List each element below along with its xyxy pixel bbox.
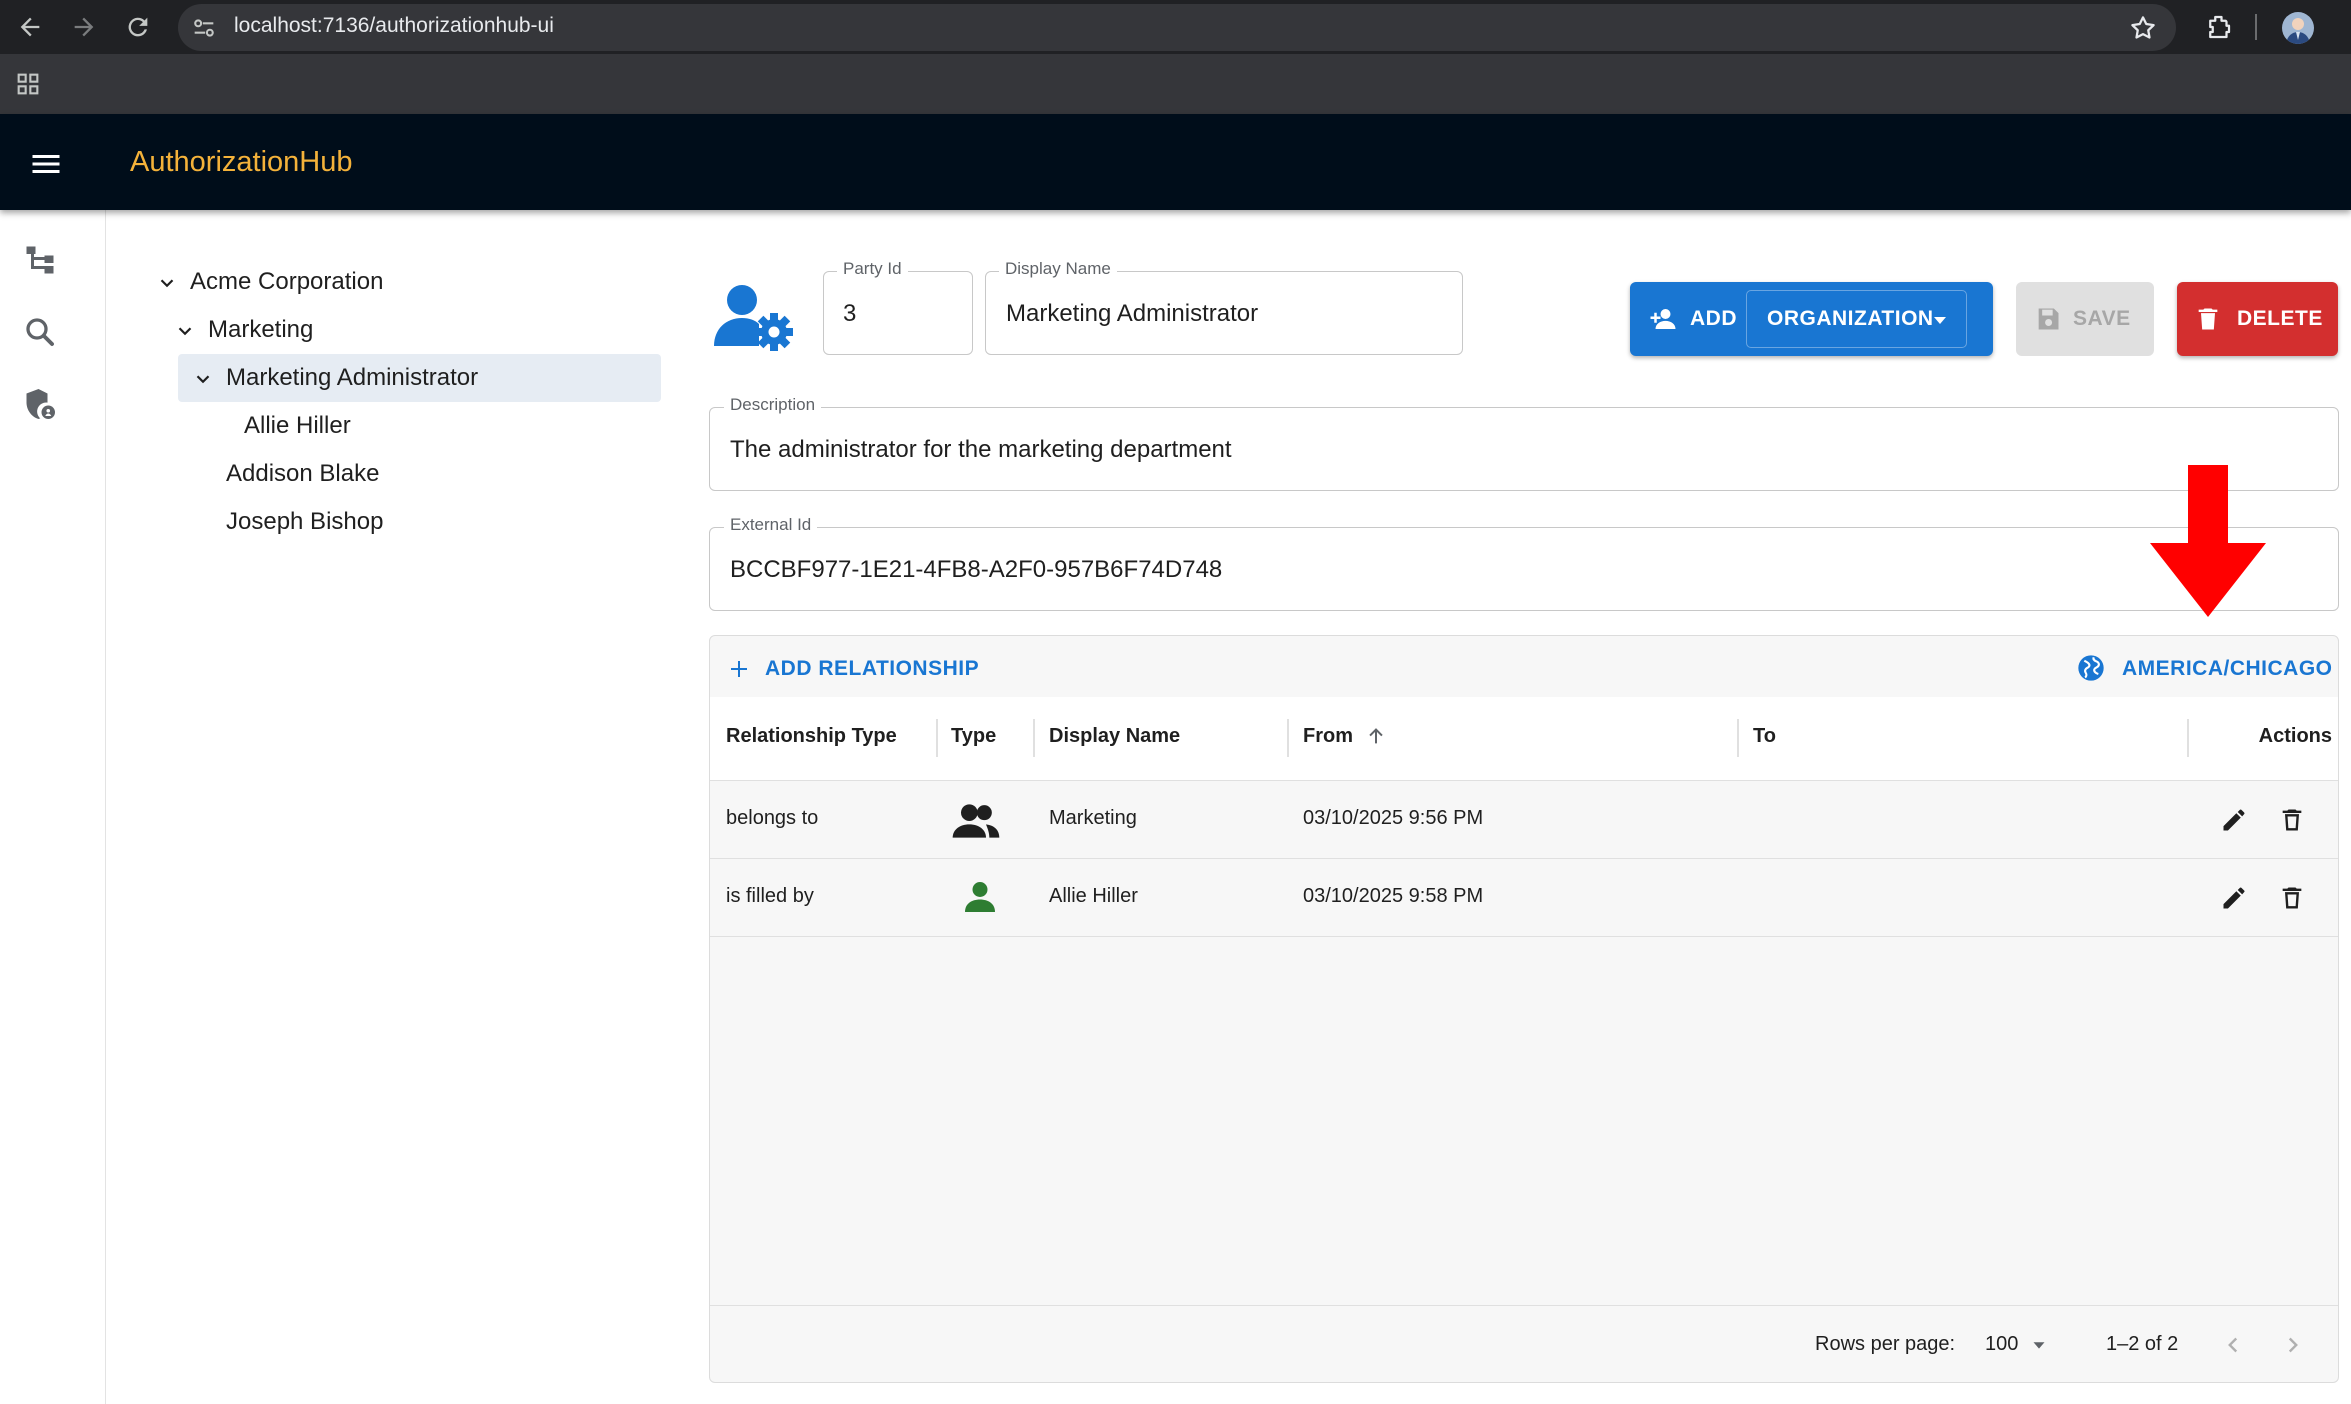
previous-page-icon[interactable] — [2220, 1332, 2246, 1358]
person-icon — [960, 877, 1000, 917]
column-header-to[interactable]: To — [1753, 725, 1776, 748]
relationships-grid: ADD RELATIONSHIP AMERICA/CHICAGO Relatio… — [709, 635, 2339, 1383]
delete-trash-icon[interactable] — [2278, 884, 2306, 912]
column-separator[interactable] — [936, 719, 938, 757]
party-id-label: Party Id — [837, 259, 908, 279]
column-header-relationship-type[interactable]: Relationship Type — [726, 725, 897, 748]
chevron-down-icon[interactable] — [156, 272, 178, 294]
edit-pencil-icon[interactable] — [2220, 884, 2248, 912]
person-add-icon[interactable] — [1647, 304, 1679, 334]
column-separator[interactable] — [1737, 719, 1739, 757]
cell-from: 03/10/2025 9:58 PM — [1303, 885, 1484, 907]
save-icon[interactable] — [2034, 305, 2062, 333]
tree-item-marketing-administrator[interactable]: Marketing Administrator — [226, 364, 478, 392]
rows-per-page-label: Rows per page: — [1815, 1333, 1956, 1355]
site-settings-icon[interactable] — [190, 14, 218, 42]
external-id-value[interactable]: BCCBF977-1E21-4FB8-A2F0-957B6F74D748 — [730, 556, 1222, 584]
plus-icon[interactable] — [727, 657, 751, 681]
forward-icon[interactable] — [70, 13, 98, 41]
extensions-icon[interactable] — [2204, 12, 2234, 42]
cell-display-name: Marketing — [1049, 807, 1137, 829]
table-row[interactable]: belongs to Marketing 03/10/2025 9:56 PM — [710, 781, 2338, 859]
grid-footer: Rows per page: 100 1–2 of 2 — [710, 1305, 2338, 1382]
description-value[interactable]: The administrator for the marketing depa… — [730, 436, 1232, 464]
toolbar-divider — [2255, 14, 2257, 40]
rows-per-page-select[interactable]: 100 — [1985, 1333, 2018, 1356]
sort-ascending-icon[interactable] — [1365, 725, 1387, 747]
save-button-label[interactable]: SAVE — [2073, 307, 2131, 331]
table-row[interactable]: is filled by Allie Hiller 03/10/2025 9:5… — [710, 859, 2338, 937]
chevron-down-icon[interactable] — [192, 368, 214, 390]
globe-icon[interactable] — [2075, 652, 2107, 684]
trash-icon[interactable] — [2194, 305, 2222, 333]
pagination-range: 1–2 of 2 — [2106, 1333, 2179, 1355]
column-header-display-name[interactable]: Display Name — [1049, 725, 1180, 748]
back-icon[interactable] — [16, 13, 44, 41]
cell-relationship-type: is filled by — [726, 885, 814, 907]
add-button-label[interactable]: ADD — [1690, 307, 1737, 331]
external-id-label: External Id — [724, 515, 818, 535]
app-bar — [0, 114, 2351, 210]
party-id-value[interactable]: 3 — [843, 300, 856, 328]
tree-item-marketing[interactable]: Marketing — [208, 316, 313, 344]
tree-item-addison-blake[interactable]: Addison Blake — [226, 460, 379, 488]
tree-item-acme-corporation[interactable]: Acme Corporation — [190, 268, 383, 296]
column-header-type[interactable]: Type — [951, 725, 996, 748]
role-person-gear-icon — [712, 280, 796, 354]
bookmarks-bar — [0, 54, 2351, 114]
grid-header: Relationship Type Type Display Name From… — [710, 697, 2338, 781]
url-text[interactable]: localhost:7136/authorizationhub-ui — [234, 14, 554, 38]
annotation-arrow — [2150, 465, 2266, 617]
display-name-label: Display Name — [999, 259, 1117, 279]
bookmark-star-icon[interactable] — [2128, 13, 2158, 43]
edit-pencil-icon[interactable] — [2220, 806, 2248, 834]
menu-icon[interactable] — [28, 146, 64, 182]
app-title: AuthorizationHub — [130, 146, 353, 178]
delete-trash-icon[interactable] — [2278, 806, 2306, 834]
tree-item-joseph-bishop[interactable]: Joseph Bishop — [226, 508, 383, 536]
dropdown-arrow-icon[interactable] — [2028, 1334, 2050, 1356]
display-name-value[interactable]: Marketing Administrator — [1006, 300, 1258, 328]
reload-icon[interactable] — [124, 13, 152, 41]
column-separator[interactable] — [1287, 719, 1289, 757]
description-label: Description — [724, 395, 822, 415]
column-header-actions: Actions — [2258, 725, 2332, 747]
timezone-button[interactable]: AMERICA/CHICAGO — [2122, 657, 2333, 681]
organization-dropdown-label[interactable]: ORGANIZATION — [1767, 307, 1934, 331]
column-separator[interactable] — [1033, 719, 1035, 757]
apps-grid-icon[interactable] — [14, 70, 42, 98]
cell-relationship-type: belongs to — [726, 807, 819, 829]
dropdown-arrow-icon[interactable] — [1928, 308, 1952, 332]
search-icon[interactable] — [22, 314, 58, 350]
profile-avatar[interactable] — [2282, 12, 2314, 44]
next-page-icon[interactable] — [2280, 1332, 2306, 1358]
tree-item-allie-hiller[interactable]: Allie Hiller — [244, 412, 351, 440]
chevron-down-icon[interactable] — [174, 320, 196, 342]
hierarchy-icon[interactable] — [22, 242, 58, 278]
add-relationship-button[interactable]: ADD RELATIONSHIP — [765, 657, 979, 681]
cell-display-name: Allie Hiller — [1049, 885, 1138, 907]
column-header-from[interactable]: From — [1303, 725, 1353, 748]
group-icon — [951, 801, 1001, 841]
cell-from: 03/10/2025 9:56 PM — [1303, 807, 1484, 829]
security-shield-icon[interactable] — [22, 386, 58, 422]
delete-button-label[interactable]: DELETE — [2237, 307, 2323, 331]
